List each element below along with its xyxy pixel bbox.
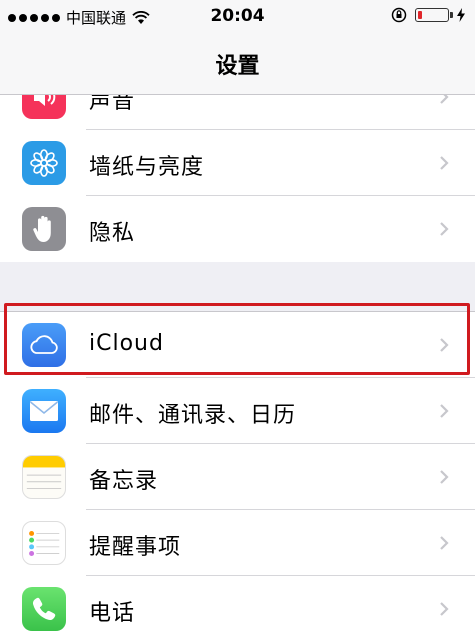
speaker-icon	[22, 95, 66, 119]
chevron-right-icon	[440, 95, 449, 104]
orientation-lock-icon	[391, 7, 407, 23]
hand-icon	[22, 207, 66, 251]
icloud-highlight-box	[4, 303, 470, 375]
row-label: 提醒事项	[89, 535, 182, 560]
chevron-right-icon	[440, 470, 449, 484]
settings-row-phone[interactable]: 电话	[0, 576, 475, 637]
row-label: 隐私	[89, 221, 136, 246]
phone-icon	[22, 587, 66, 631]
settings-row-mail[interactable]: 邮件、通讯录、日历	[0, 378, 475, 444]
chevron-right-icon	[440, 404, 449, 418]
row-label: 墙纸与亮度	[89, 155, 205, 180]
chevron-right-icon	[440, 602, 449, 616]
chevron-right-icon	[440, 536, 449, 550]
chevron-right-icon	[440, 222, 449, 236]
flower-icon	[22, 141, 66, 185]
settings-row-wallpaper[interactable]: 墙纸与亮度	[0, 130, 475, 196]
battery-icon	[415, 8, 453, 22]
settings-row-notes[interactable]: 备忘录	[0, 444, 475, 510]
row-label: 邮件、通讯录、日历	[89, 403, 297, 428]
row-label: 备忘录	[89, 469, 159, 494]
notes-icon	[22, 455, 66, 499]
settings-group-1: 声音 墙纸与亮度 隐私	[0, 95, 475, 262]
page-title: 设置	[215, 54, 260, 79]
settings-row-privacy[interactable]: 隐私	[0, 196, 475, 262]
mail-icon	[22, 389, 66, 433]
chevron-right-icon	[440, 156, 449, 170]
status-right	[391, 7, 465, 23]
status-bar: 中国联通 20:04	[0, 0, 475, 32]
row-label: 电话	[89, 601, 136, 626]
row-label: 声音	[89, 95, 136, 114]
charging-icon	[457, 8, 465, 22]
reminders-icon	[22, 521, 66, 565]
battery-level	[418, 11, 422, 19]
settings-row-sounds[interactable]: 声音	[0, 95, 475, 130]
settings-list[interactable]: 声音 墙纸与亮度 隐私 iCloud 邮件、通讯录、日历 备忘录 提醒事项 电话	[0, 95, 475, 637]
settings-row-reminders[interactable]: 提醒事项	[0, 510, 475, 576]
navigation-bar: 设置	[0, 32, 475, 95]
